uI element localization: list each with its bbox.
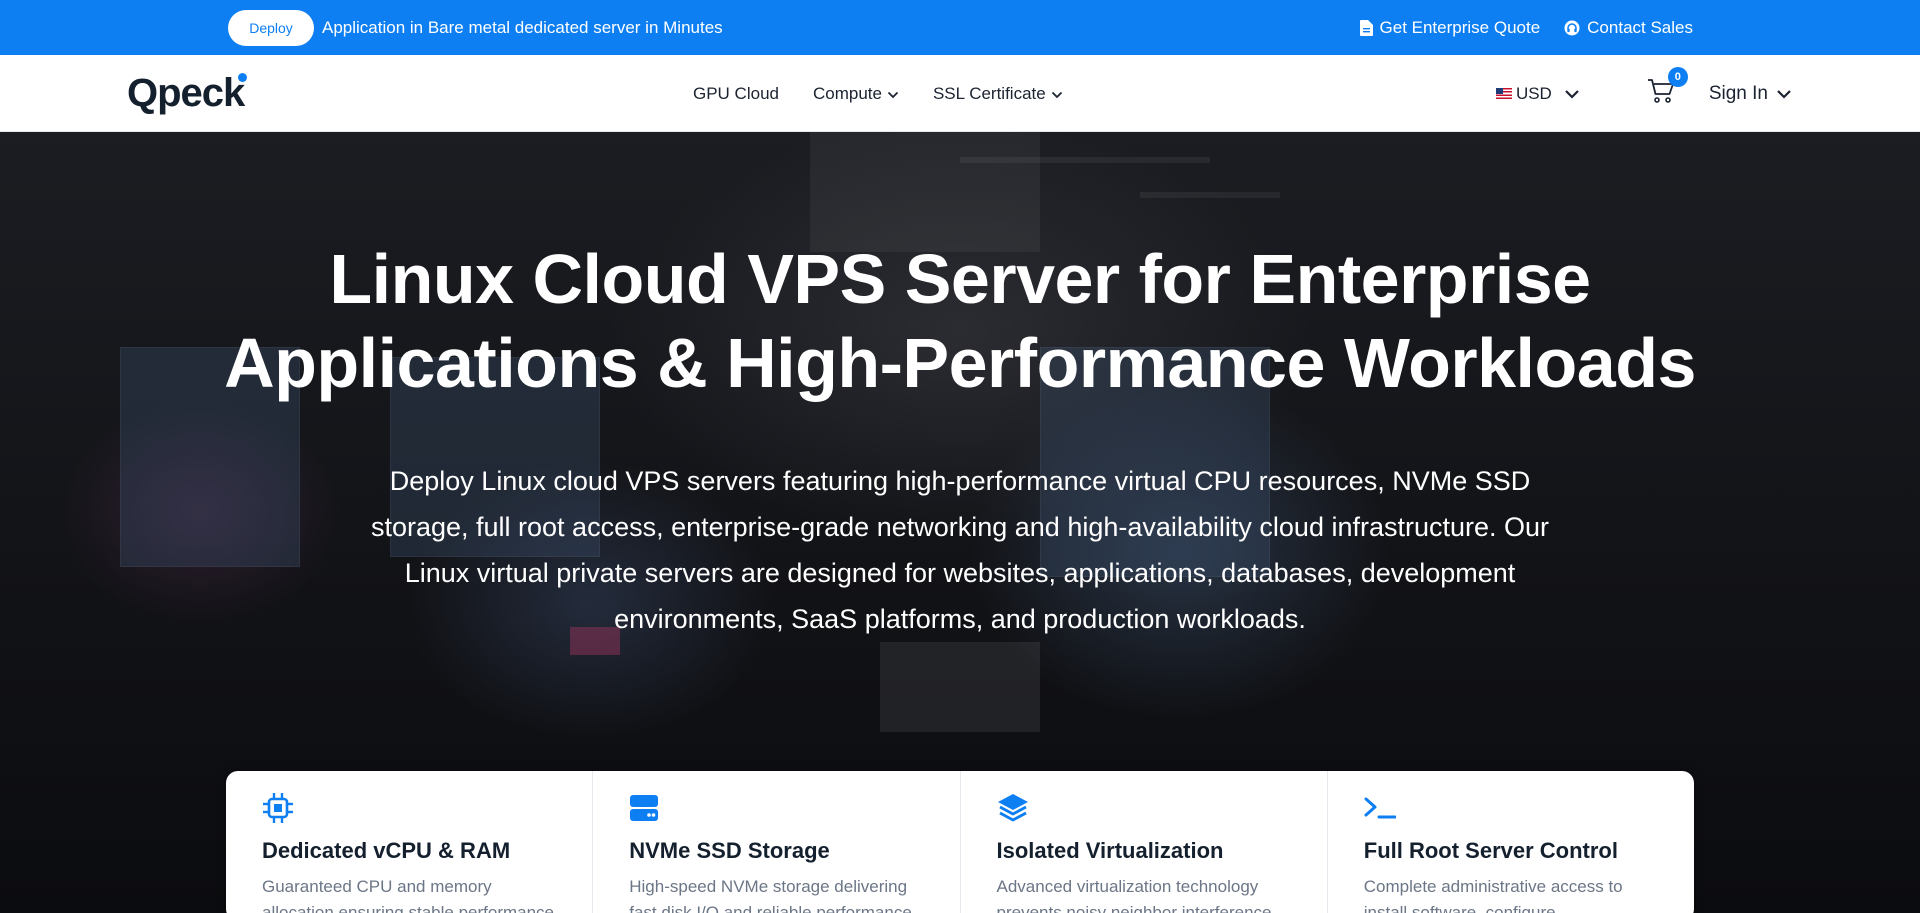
enterprise-quote-link[interactable]: Get Enterprise Quote — [1359, 17, 1541, 38]
menu-item-label: Compute — [812, 83, 882, 103]
chevron-down-icon — [1564, 84, 1580, 104]
feature-title: Full Root Server Control — [1363, 838, 1618, 863]
contact-sales-link[interactable]: Contact Sales — [1564, 18, 1693, 38]
hero-title-line1: Linux Cloud VPS Server for Enterprise — [329, 240, 1591, 318]
hero-title: Linux Cloud VPS Server for Enterprise Ap… — [210, 237, 1710, 405]
chevron-down-icon — [1776, 83, 1792, 105]
chevron-down-icon — [887, 84, 899, 104]
sign-in-label: Sign In — [1708, 82, 1768, 104]
feature-title: Dedicated vCPU & RAM — [262, 838, 511, 863]
feature-description: Guaranteed CPU and memory allocation ens… — [262, 877, 555, 913]
announcement-text[interactable]: Application in Bare metal dedicated serv… — [322, 18, 723, 38]
feature-description: Advanced virtualization technology preve… — [996, 877, 1272, 913]
hero-bg-laptop — [880, 642, 1040, 732]
storage-icon — [629, 791, 663, 825]
contact-sales-label: Contact Sales — [1587, 17, 1693, 37]
feature-card: NVMe SSD Storage High-speed NVMe storage… — [593, 771, 961, 913]
sign-in-button[interactable]: Sign In — [1709, 83, 1792, 105]
logo-dot — [238, 72, 248, 82]
currency-selector[interactable]: USD — [1495, 83, 1580, 104]
menu-item-label: GPU Cloud — [693, 83, 779, 103]
document-icon — [1359, 19, 1373, 36]
feature-title: NVMe SSD Storage — [629, 838, 830, 863]
deploy-button[interactable]: Deploy — [228, 9, 314, 46]
hero-bg-window — [810, 132, 1040, 252]
feature-description: Complete administrative access to instal… — [1363, 877, 1623, 913]
chevron-down-icon — [1051, 84, 1063, 104]
cpu-icon — [262, 791, 296, 825]
nav-actions: USD 0 Sign In — [1495, 55, 1792, 132]
headset-icon — [1564, 20, 1580, 36]
feature-title: Isolated Virtualization — [996, 838, 1224, 863]
menu-item-compute[interactable]: Compute — [813, 84, 899, 104]
us-flag-icon — [1495, 88, 1512, 99]
enterprise-quote-label: Get Enterprise Quote — [1379, 17, 1541, 37]
primary-menu: GPU Cloud Compute SSL Certificate — [693, 55, 1063, 132]
layers-icon — [997, 791, 1031, 825]
currency-label: USD — [1515, 83, 1552, 103]
terminal-icon — [1364, 791, 1398, 825]
hero-title-line2: Applications & High-Performance Workload… — [224, 324, 1696, 402]
feature-card: Dedicated vCPU & RAM Guaranteed CPU and … — [226, 771, 594, 913]
cart-count-badge: 0 — [1667, 66, 1688, 87]
feature-cards: Dedicated vCPU & RAM Guaranteed CPU and … — [226, 771, 1694, 913]
feature-card: Isolated Virtualization Advanced virtual… — [961, 771, 1328, 913]
announcement-bar: Deploy Application in Bare metal dedicat… — [0, 0, 1920, 55]
hero-subtitle: Deploy Linux cloud VPS servers featuring… — [370, 466, 1550, 634]
menu-item-label: SSL Certificate — [932, 83, 1046, 103]
logo[interactable]: Qpeck — [127, 69, 248, 117]
menu-item-gpu-cloud[interactable]: GPU Cloud — [693, 84, 779, 104]
feature-card: Full Root Server Control Complete admini… — [1328, 771, 1694, 913]
cart-button[interactable]: 0 — [1646, 66, 1688, 109]
hero-bg-light-bar — [1140, 192, 1280, 198]
feature-description: High-speed NVMe storage delivering fast … — [629, 877, 912, 913]
logo-text: Qpeck — [127, 70, 245, 115]
main-nav: Qpeck GPU Cloud Compute SSL Certificate … — [0, 55, 1920, 132]
menu-item-ssl-certificate[interactable]: SSL Certificate — [933, 84, 1063, 104]
